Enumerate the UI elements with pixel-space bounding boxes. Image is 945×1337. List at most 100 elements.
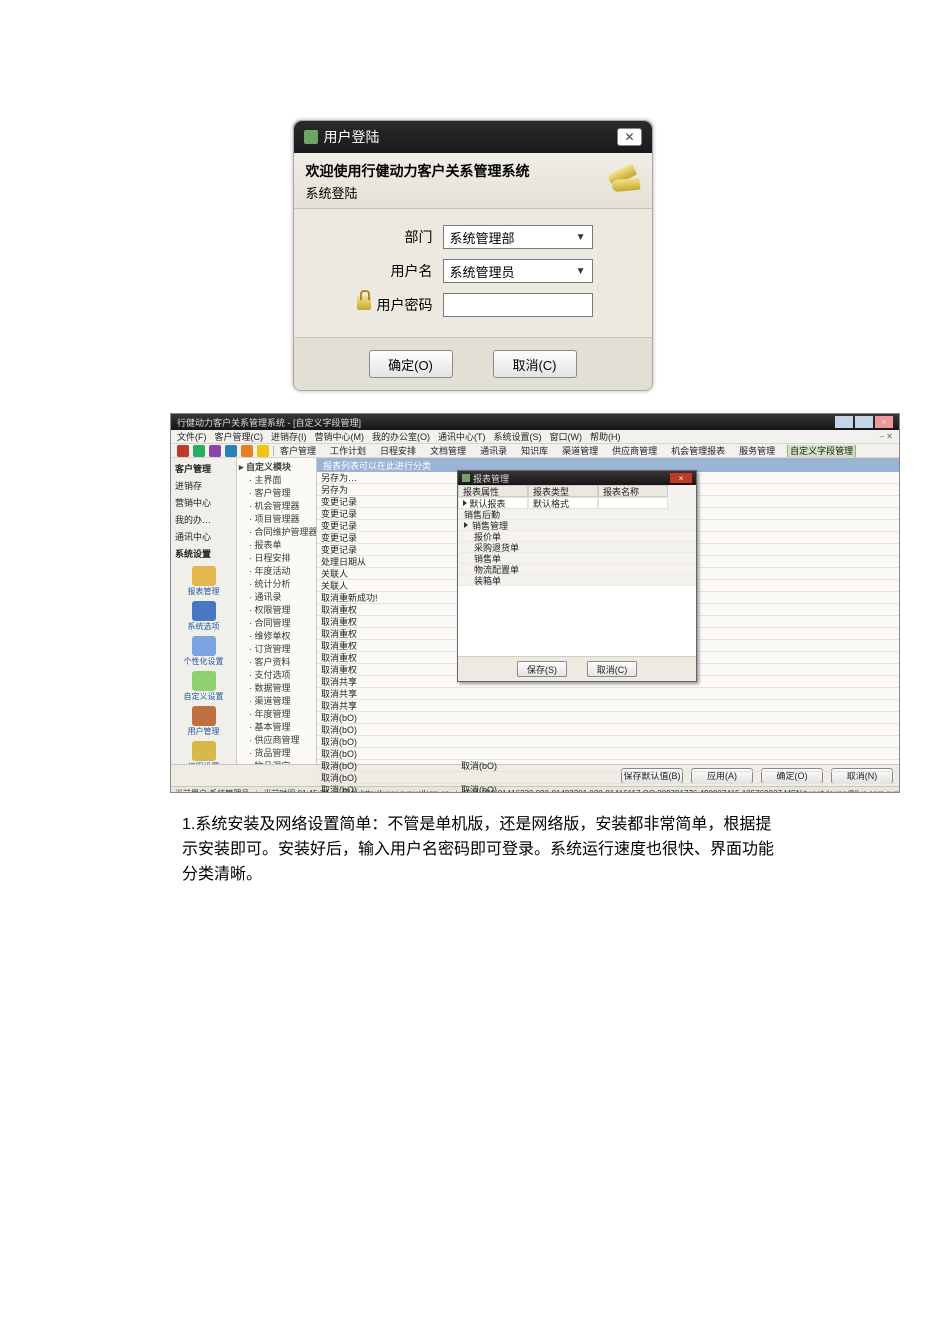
tree-item[interactable]: · 项目管理器 (239, 512, 314, 525)
table-row[interactable]: 取消(bO)取消(bO) (317, 784, 899, 793)
tool-icon-3[interactable] (209, 445, 221, 457)
menu-settings[interactable]: 系统设置(S) (494, 430, 542, 443)
table-row[interactable]: 取消(bO) (317, 724, 899, 736)
sd-header-3: 报表名称 (598, 485, 668, 497)
cancel-button[interactable]: 取消(C) (587, 661, 637, 677)
report-manage-dialog: 报表管理 × 报表属性 报表类型 报表名称 默认报表 默认格式 销售后勤 销售管… (457, 470, 697, 682)
nav-panel: 客户管理 进销存 营销中心 我的办… 通讯中心 系统设置 报表管理系统选项个性化… (171, 458, 237, 764)
nav-item-3[interactable]: 我的办… (173, 511, 234, 528)
user-combobox[interactable]: 系统管理员 ▼ (443, 259, 593, 283)
tree-item[interactable]: · 数据管理 (239, 681, 314, 694)
tab-9[interactable]: 服务管理 (737, 445, 777, 457)
nav-big-item[interactable]: 权限设置 (173, 741, 234, 764)
cell: 取消(bO) (461, 759, 899, 772)
nav-big-item[interactable]: 个性化设置 (173, 636, 234, 667)
tool-icon-1[interactable] (177, 445, 189, 457)
tool-icon-6[interactable] (257, 445, 269, 457)
nav-item-1[interactable]: 进销存 (173, 477, 234, 494)
close-icon[interactable]: ✕ (617, 128, 641, 146)
window-title: 行健动力客户关系管理系统 - [自定义字段管理] (177, 416, 361, 429)
menu-inventory[interactable]: 进销存(I) (271, 430, 307, 443)
tree-panel: ▸ 自定义模块 · 主界面· 客户管理· 机会管理器· 项目管理器· 合同维护管… (237, 458, 317, 764)
table-row[interactable]: 取消(bO) (317, 736, 899, 748)
tool-icon-5[interactable] (241, 445, 253, 457)
tab-8[interactable]: 机会管理报表 (669, 445, 727, 457)
tree-item[interactable]: · 主界面 (239, 473, 314, 486)
menu-comm[interactable]: 通讯中心(T) (438, 430, 486, 443)
nav-icon (192, 636, 216, 656)
tree-item[interactable]: · 供应商管理 (239, 733, 314, 746)
tool-icon-4[interactable] (225, 445, 237, 457)
tree-item[interactable]: · 统计分析 (239, 577, 314, 590)
tree-item[interactable]: · 客户管理 (239, 486, 314, 499)
tree-item[interactable]: · 渠道管理 (239, 694, 314, 707)
tab-6[interactable]: 渠道管理 (560, 445, 600, 457)
tree-item[interactable]: · 维修单权 (239, 629, 314, 642)
lock-icon (357, 296, 371, 310)
menu-marketing[interactable]: 营销中心(M) (315, 430, 365, 443)
password-input[interactable] (443, 293, 593, 317)
tree-item[interactable]: · 机会管理器 (239, 499, 314, 512)
cancel-button[interactable]: 取消(C) (493, 350, 577, 378)
tab-3[interactable]: 文档管理 (428, 445, 468, 457)
menu-office[interactable]: 我的办公室(O) (372, 430, 430, 443)
table-row[interactable]: 取消(bO) (317, 712, 899, 724)
tool-icon-2[interactable] (193, 445, 205, 457)
nav-big-item[interactable]: 自定义设置 (173, 671, 234, 702)
menu-file[interactable]: 文件(F) (177, 430, 207, 443)
list-item[interactable]: 装箱单 (458, 575, 696, 586)
tab-1[interactable]: 工作计划 (328, 445, 368, 457)
tree-item[interactable]: · 订货管理 (239, 642, 314, 655)
menu-window[interactable]: 窗口(W) (550, 430, 583, 443)
nav-item-4[interactable]: 通讯中心 (173, 528, 234, 545)
tab-2[interactable]: 日程安排 (378, 445, 418, 457)
table-row[interactable]: 取消(bO)取消(bO) (317, 760, 899, 772)
nav-big-item[interactable]: 用户管理 (173, 706, 234, 737)
sub-dialog-list: 销售后勤 销售管理 报价单 采购退货单 销售单 物流配置单 装箱单 (458, 509, 696, 656)
ok-button[interactable]: 确定(O) (369, 350, 453, 378)
table-row[interactable]: 取消共享 (317, 700, 899, 712)
tree-item[interactable]: · 货品管理 (239, 746, 314, 759)
tree-item[interactable]: · 支付选项 (239, 668, 314, 681)
tree-item[interactable]: · 报表单 (239, 538, 314, 551)
tab-4[interactable]: 通讯录 (478, 445, 509, 457)
login-button-bar: 确定(O) 取消(C) (294, 337, 652, 390)
close-icon[interactable]: × (670, 473, 692, 483)
tree-item[interactable]: · 合同维护管理器 (239, 525, 314, 538)
close-icon[interactable]: × (875, 416, 893, 428)
nav-item-0[interactable]: 客户管理 (173, 460, 234, 477)
tree-root[interactable]: ▸ 自定义模块 (239, 460, 314, 473)
nav-big-item[interactable]: 系统选项 (173, 601, 234, 632)
tab-0[interactable]: 客户管理 (278, 445, 318, 457)
tree-item[interactable]: · 日程安排 (239, 551, 314, 564)
sd-row1-c3[interactable] (598, 497, 668, 509)
tree-item[interactable]: · 权限管理 (239, 603, 314, 616)
tree-item[interactable]: · 物品混定 (239, 759, 314, 764)
menu-help[interactable]: 帮助(H) (590, 430, 621, 443)
login-titlebar: 用户登陆 ✕ (294, 121, 652, 153)
sd-row1-c2[interactable]: 默认格式 (528, 497, 598, 509)
paragraph-text: 系统安装及网络设置简单：不管是单机版，还是网络版，安装都非常简单，根据提示安装即… (182, 816, 774, 883)
login-welcome-bar: 欢迎使用行健动力客户关系管理系统 系统登陆 (294, 153, 652, 209)
tab-10[interactable]: 自定义字段管理 (787, 445, 856, 457)
tree-item[interactable]: · 通讯录 (239, 590, 314, 603)
tree-item[interactable]: · 客户资料 (239, 655, 314, 668)
tree-item[interactable]: · 基本管理 (239, 720, 314, 733)
nav-big-label: 个性化设置 (184, 656, 224, 667)
maximize-icon[interactable]: □ (855, 416, 873, 428)
tree-item[interactable]: · 合同管理 (239, 616, 314, 629)
tab-5[interactable]: 知识库 (519, 445, 550, 457)
tree-item[interactable]: · 年度活动 (239, 564, 314, 577)
nav-big-item[interactable]: 报表管理 (173, 566, 234, 597)
user-label: 用户名 (353, 261, 433, 281)
dept-combobox[interactable]: 系统管理部 ▼ (443, 225, 593, 249)
arrow-right-icon (464, 522, 468, 528)
tab-7[interactable]: 供应商管理 (610, 445, 659, 457)
save-button[interactable]: 保存(S) (517, 661, 567, 677)
minimize-icon[interactable]: – (835, 416, 853, 428)
nav-item-2[interactable]: 营销中心 (173, 494, 234, 511)
menu-customer[interactable]: 客户管理(C) (215, 430, 264, 443)
tree-item[interactable]: · 年度管理 (239, 707, 314, 720)
table-row[interactable]: 取消共享 (317, 688, 899, 700)
nav-item-5[interactable]: 系统设置 (173, 545, 234, 562)
